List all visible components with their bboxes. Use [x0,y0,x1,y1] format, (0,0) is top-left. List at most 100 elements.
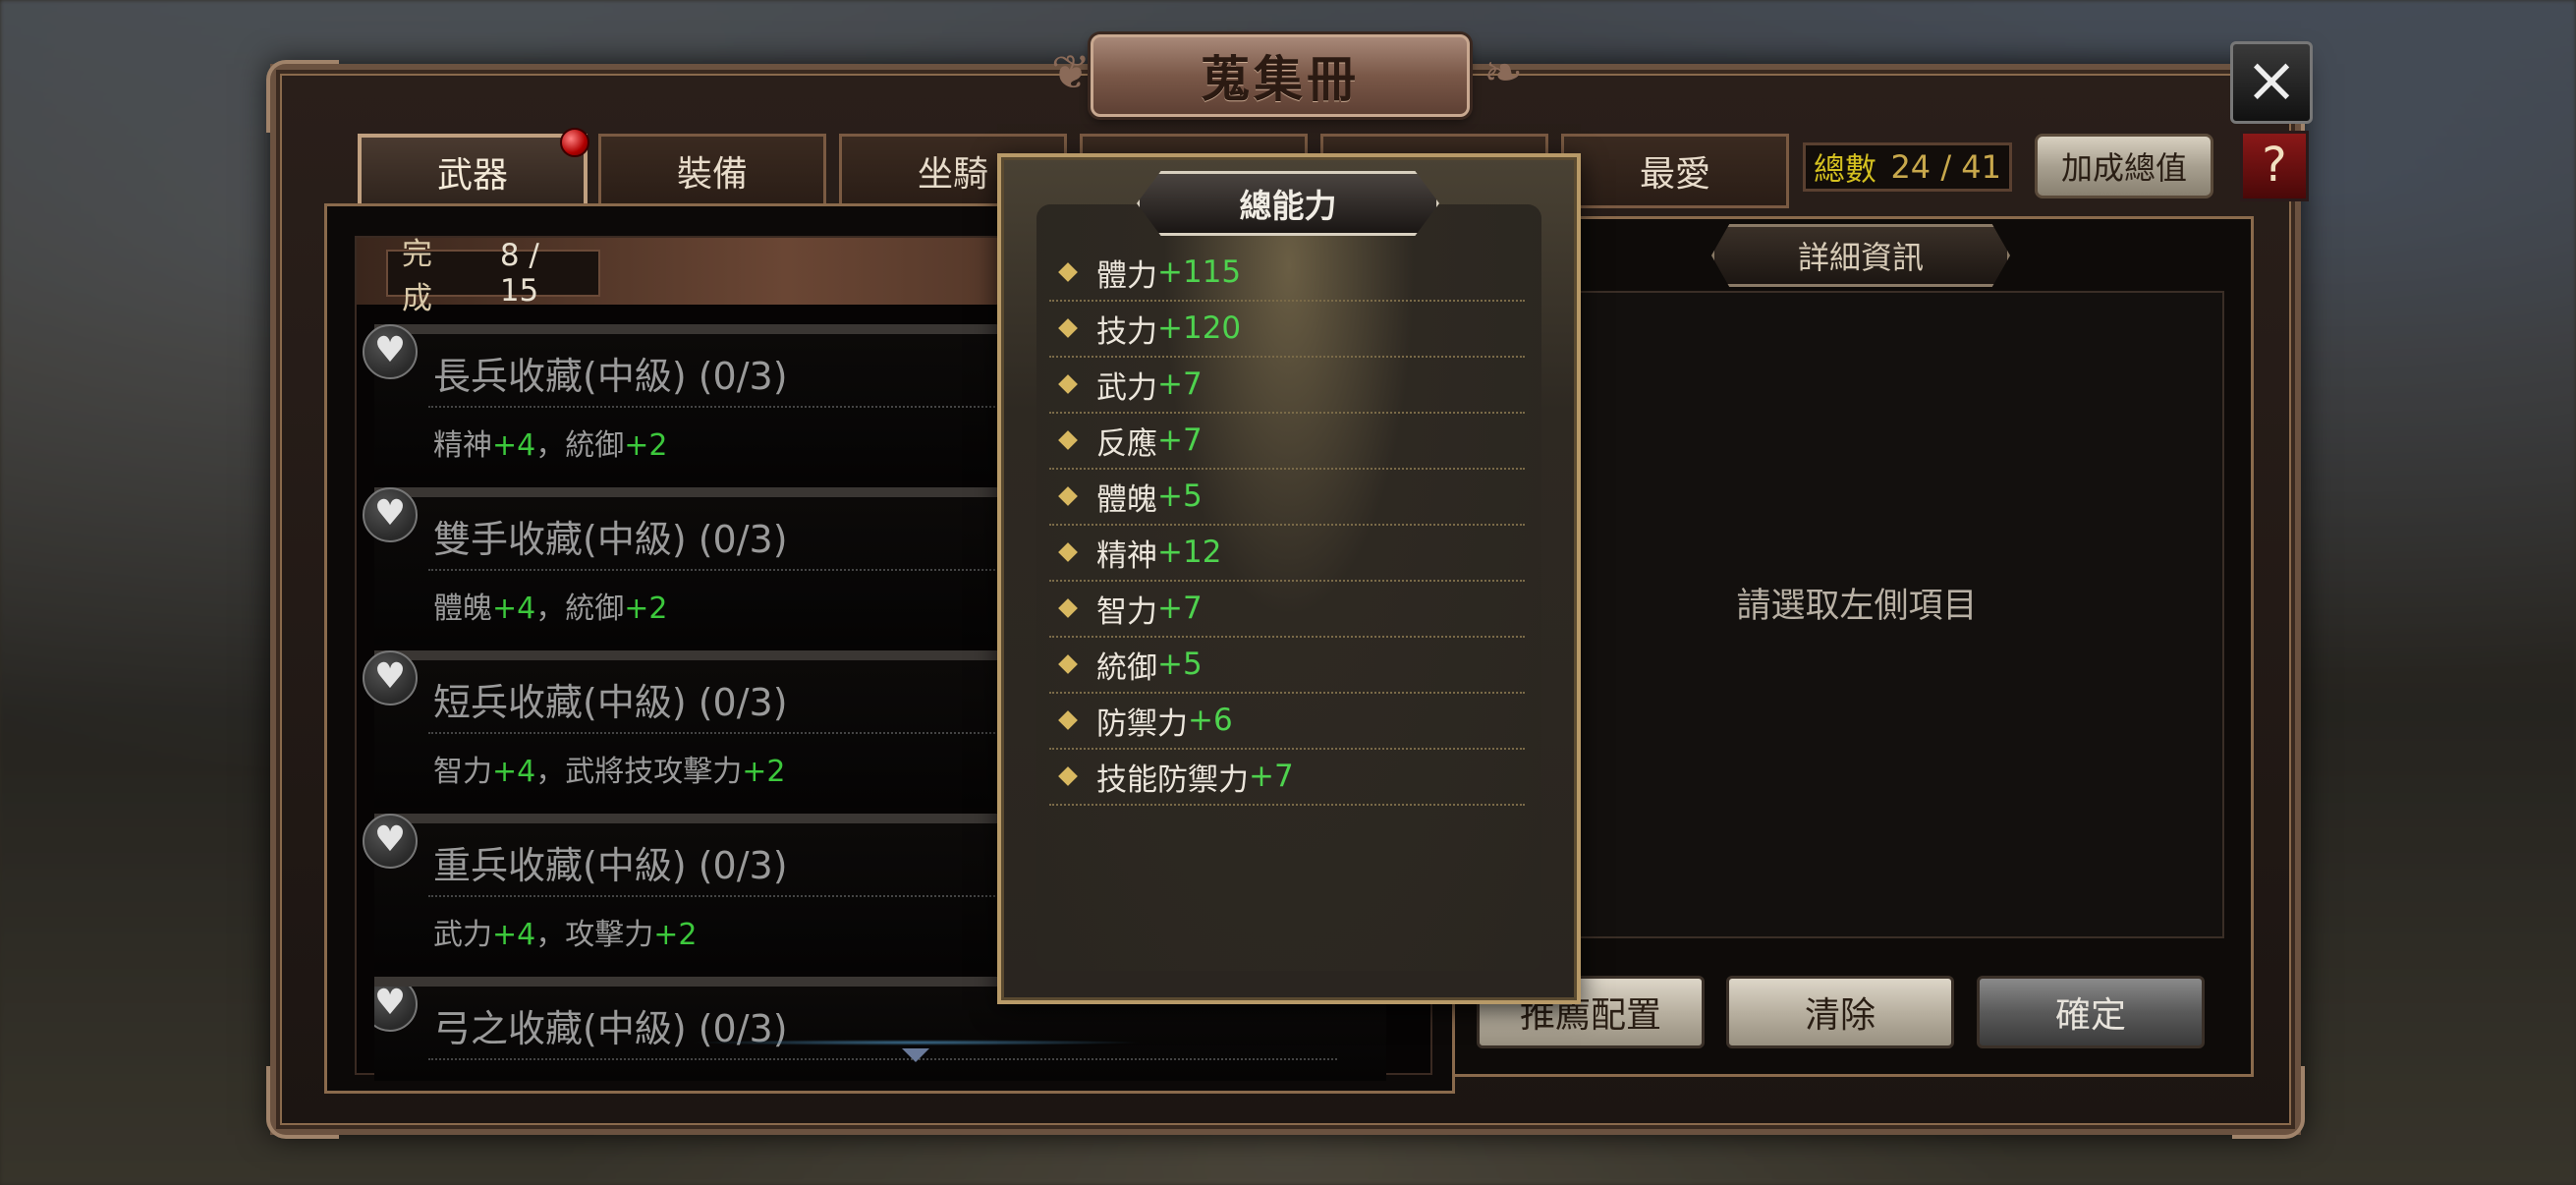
frame-corner [2232,1066,2305,1139]
stat-row: 精神 +12 [1049,525,1525,582]
stat-value: +5 [1157,479,1203,514]
stat-name: 統御 [565,592,625,626]
stat-name: 體魄 [1096,481,1157,518]
stat-value: +7 [1157,423,1203,458]
stat-name: 統御 [1096,649,1157,686]
heart-icon[interactable]: ♥ [363,814,418,869]
stat-value: +4 [492,918,536,952]
total-count: 總數 24 / 41 [1803,142,2012,192]
stat-name: 體力 [1096,257,1157,294]
stat-name: 精神 [433,428,492,463]
stat-row: 技能防禦力 +7 [1049,749,1525,806]
stat-row: 技力 +120 [1049,301,1525,358]
tab-label: 坐騎 [917,154,988,195]
question-icon: ? [2262,138,2287,193]
heart-icon[interactable]: ♥ [363,324,418,379]
stat-name: 精神 [1096,537,1157,574]
confirm-button[interactable]: 確定 [1977,976,2205,1048]
stat-value: +2 [624,592,668,626]
popup-title: 總能力 [1137,171,1439,236]
stat-value: +6 [1188,703,1233,738]
heart-icon[interactable]: ♥ [363,487,418,542]
stat-value: +4 [492,592,536,626]
completion-value: 8 / 15 [499,238,539,309]
stat-name: 智力 [1096,593,1157,630]
tab-label: 最愛 [1639,154,1710,195]
diamond-icon [1058,542,1078,562]
tab-equipment[interactable]: 裝備 [598,134,826,208]
collection-name: 長兵收藏(中級) (0/3) [433,355,788,398]
diamond-icon [1058,318,1078,338]
stat-name: 武力 [1096,369,1157,406]
window-title: 蒐集冊 [1201,51,1360,108]
stat-name: 技力 [1096,313,1157,350]
stat-name: 智力 [433,755,492,789]
stat-value: +7 [1157,367,1203,402]
detail-prompt: 請選取左側項目 [1736,587,1978,626]
scroll-glow [691,1040,1143,1045]
diamond-icon [1058,262,1078,282]
stat-name: 攻擊力 [565,918,654,952]
notification-dot-icon [560,128,589,157]
collection-stats: 精神+4，統御+2 [433,428,668,463]
diamond-icon [1058,766,1078,786]
stat-name: 體魄 [433,592,492,626]
close-icon: × [2245,44,2298,117]
diamond-icon [1058,654,1078,674]
stat-value: +2 [653,918,698,952]
stat-value: +7 [1157,591,1203,626]
title-ornament-right: ❧ [1483,45,1524,100]
stat-value: +2 [742,755,786,789]
diamond-icon [1058,430,1078,450]
collection-stats: 武力+4，攻擊力+2 [433,918,698,952]
detail-header: 詳細資訊 [1711,224,2010,287]
frame-corner [266,60,339,133]
stat-row: 體力 +115 [1049,245,1525,302]
collection-stats: 體魄+4，統御+2 [433,592,668,626]
collection-name: 雙手收藏(中級) (0/3) [433,518,788,561]
collection-name: 短兵收藏(中級) (0/3) [433,681,788,724]
stat-name: 技能防禦力 [1096,762,1249,798]
tab-weapons[interactable]: 武器 [358,128,589,224]
diamond-icon [1058,374,1078,394]
stat-row: 反應 +7 [1049,413,1525,470]
stat-row: 統御 +5 [1049,637,1525,694]
divider [428,1058,1337,1060]
stat-value: +115 [1157,254,1242,290]
stat-name: 武將技攻擊力 [565,755,743,789]
bonus-total-button[interactable]: 加成總值 [2035,134,2213,198]
stat-value: +5 [1157,647,1203,682]
clear-button[interactable]: 清除 [1726,976,1954,1048]
stat-value: +12 [1157,535,1222,570]
collection-stats: 智力+4，武將技攻擊力+2 [433,755,786,789]
close-button[interactable]: × [2230,41,2313,124]
diamond-icon [1058,598,1078,618]
help-button[interactable]: ? [2240,131,2309,201]
stat-name: 統御 [565,428,625,463]
stat-name: 武力 [433,918,492,952]
collection-name: 重兵收藏(中級) (0/3) [433,844,788,887]
stat-row: 智力 +7 [1049,581,1525,638]
window-title-plate: 蒐集冊 [1091,34,1470,117]
stat-name: 反應 [1096,425,1157,462]
stat-value: +4 [492,755,536,789]
stat-value: +120 [1157,310,1242,346]
diamond-icon [1058,486,1078,506]
tab-favorites[interactable]: 最愛 [1561,134,1789,208]
stat-value: +4 [492,428,536,463]
stat-value: +2 [624,428,668,463]
stat-row: 武力 +7 [1049,357,1525,414]
tab-label: 武器 [436,155,508,196]
diamond-icon [1058,710,1078,730]
heart-icon[interactable]: ♥ [363,650,418,705]
stat-row: 防禦力 +6 [1049,693,1525,750]
stat-name: 防禦力 [1096,705,1188,742]
stat-value: +7 [1249,759,1294,794]
total-label: 總數 [1814,150,1877,188]
tab-label: 裝備 [676,154,748,195]
total-value: 24 / 41 [1890,148,2001,186]
scroll-down-icon[interactable] [902,1048,929,1062]
heart-icon[interactable]: ♥ [374,987,418,1032]
completion-label: 完成 [402,237,432,316]
stat-row: 體魄 +5 [1049,469,1525,526]
